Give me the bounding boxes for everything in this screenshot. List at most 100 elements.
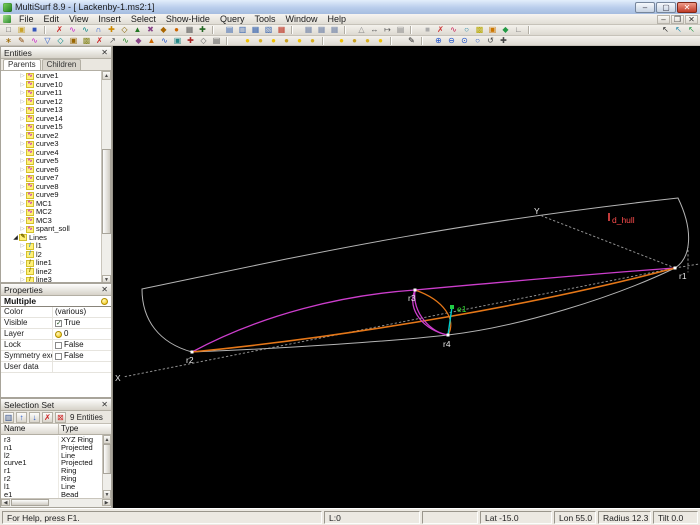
selection-row-r3[interactable]: r3 XYZ Ring: [1, 436, 103, 444]
grid-coarse-icon[interactable]: ▦: [302, 25, 315, 35]
selection-horizontal-scrollbar[interactable]: ◀ ▶: [1, 498, 111, 507]
expand-icon[interactable]: ▷: [19, 208, 26, 216]
insert-ring-icon[interactable]: ∿: [28, 36, 41, 46]
child-restore-button[interactable]: ❐: [671, 14, 684, 24]
point-marker[interactable]: [190, 350, 194, 354]
expand-icon[interactable]: ▷: [19, 191, 26, 199]
insert-surface-icon[interactable]: ◆: [132, 36, 145, 46]
expand-icon[interactable]: ▷: [19, 132, 26, 140]
property-value[interactable]: False: [53, 351, 111, 361]
menu-show-hide[interactable]: Show-Hide: [161, 14, 215, 24]
pan-view-icon[interactable]: ✚: [497, 36, 510, 46]
selection-row-l2[interactable]: l2 Line: [1, 451, 103, 460]
insert-magnet-icon[interactable]: ▽: [41, 36, 54, 46]
hull-stern-curve[interactable]: [141, 288, 193, 353]
move-down-icon[interactable]: ↓: [29, 411, 40, 423]
property-value[interactable]: 0: [53, 329, 111, 339]
menu-help[interactable]: Help: [323, 14, 352, 24]
grid-medium-icon[interactable]: ▦: [315, 25, 328, 35]
chine-line[interactable]: [191, 267, 676, 353]
insert-projection-icon[interactable]: ↗: [106, 36, 119, 46]
close-icon[interactable]: ✕: [101, 400, 108, 409]
menu-insert[interactable]: Insert: [93, 14, 126, 24]
scroll-up-icon[interactable]: ▲: [103, 435, 111, 444]
zoom-out-icon[interactable]: ⊖: [445, 36, 458, 46]
view-split-vertical-icon[interactable]: ▧: [262, 25, 275, 35]
hull-stem-curve[interactable]: [674, 197, 689, 269]
expand-icon[interactable]: ▷: [19, 81, 26, 89]
child-close-button[interactable]: ✕: [685, 14, 698, 24]
selection-row-r1[interactable]: r1 Ring: [1, 467, 103, 475]
insert-plane-icon[interactable]: ▣: [171, 36, 184, 46]
show-parents-bulb-icon[interactable]: ●: [267, 36, 280, 46]
3d-viewport[interactable]: Y Xd_hull r1 r2 r3 r4 e1: [113, 46, 700, 508]
view-single-window-icon[interactable]: ▤: [223, 25, 236, 35]
tree-item-Lines[interactable]: ◢ ✎ Lines: [1, 233, 102, 243]
open-file-icon[interactable]: ▣: [15, 25, 28, 35]
tab-children[interactable]: Children: [41, 59, 82, 70]
show-selected-bulb-icon[interactable]: ●: [254, 36, 267, 46]
visibility-parents-bulb-icon[interactable]: ●: [348, 36, 361, 46]
expand-icon[interactable]: ▷: [19, 183, 26, 191]
view-split-quad-icon[interactable]: ▦: [249, 25, 262, 35]
visibility-all-bulb-icon[interactable]: ●: [374, 36, 387, 46]
menu-query[interactable]: Query: [215, 14, 250, 24]
scroll-up-icon[interactable]: ▲: [102, 71, 111, 80]
show-children-bulb-icon[interactable]: ●: [280, 36, 293, 46]
selection-row-r2[interactable]: r2 Ring: [1, 474, 103, 483]
close-icon[interactable]: ✕: [101, 285, 108, 294]
scroll-right-icon[interactable]: ▶: [102, 499, 111, 506]
clear-set-icon[interactable]: ⊠: [55, 411, 66, 423]
hide-selected-bulb-icon[interactable]: ●: [293, 36, 306, 46]
tab-parents[interactable]: Parents: [3, 59, 41, 70]
visibility-children-bulb-icon[interactable]: ●: [361, 36, 374, 46]
property-value[interactable]: False: [53, 340, 111, 350]
edit-point-icon[interactable]: ∿: [66, 25, 79, 35]
column-name[interactable]: Name: [1, 424, 59, 434]
column-type[interactable]: Type: [59, 424, 111, 434]
hatch-region-icon[interactable]: ▩: [473, 25, 486, 35]
visibility-toggle-bulb-icon[interactable]: ●: [335, 36, 348, 46]
expand-icon[interactable]: ▷: [19, 174, 26, 182]
expand-icon[interactable]: ▷: [19, 251, 26, 259]
selection-row-n1[interactable]: n1 Projected: [1, 443, 103, 452]
child-minimize-button[interactable]: –: [657, 14, 670, 24]
select-entity-cursor-icon[interactable]: ↖: [685, 25, 698, 35]
menu-edit[interactable]: Edit: [39, 14, 65, 24]
zoom-window-icon[interactable]: ⊙: [458, 36, 471, 46]
expand-icon[interactable]: ▷: [19, 276, 26, 282]
insert-curve-icon[interactable]: ▣: [67, 36, 80, 46]
expand-icon[interactable]: ▷: [19, 225, 26, 233]
scroll-thumb[interactable]: [102, 149, 111, 234]
orange-panel-icon[interactable]: ▣: [486, 25, 499, 35]
menu-tools[interactable]: Tools: [249, 14, 280, 24]
expand-icon[interactable]: ▷: [19, 98, 26, 106]
insert-knot-icon[interactable]: ◇: [197, 36, 210, 46]
insert-frame-icon[interactable]: ✚: [184, 36, 197, 46]
entities-tree-scrollbar[interactable]: ▲ ▼: [101, 71, 111, 282]
add-entity-icon[interactable]: ✚: [105, 25, 118, 35]
remove-from-set-icon[interactable]: ✗: [42, 411, 53, 423]
property-value[interactable]: [53, 362, 111, 372]
green-patch-icon[interactable]: ◆: [499, 25, 512, 35]
move-up-icon[interactable]: ↑: [16, 411, 27, 423]
expand-icon[interactable]: ▷: [19, 149, 26, 157]
expand-icon[interactable]: ▷: [19, 89, 26, 97]
tree-item-l1[interactable]: ▷ / l1: [1, 242, 102, 251]
edit-node-icon[interactable]: ●: [170, 25, 183, 35]
select-cursor-icon[interactable]: ↖: [659, 25, 672, 35]
expand-icon[interactable]: ▷: [19, 115, 26, 123]
stretch-horizontal-icon[interactable]: ↔: [368, 25, 381, 35]
selection-row-l1[interactable]: l1 Line: [1, 482, 103, 491]
insert-line-icon[interactable]: ◇: [54, 36, 67, 46]
digitize-pen-icon[interactable]: ✎: [405, 36, 418, 46]
insert-point-icon[interactable]: ∗: [2, 36, 15, 46]
insert-bead-icon[interactable]: ✎: [15, 36, 28, 46]
selection-list-icon[interactable]: ▥: [3, 411, 14, 423]
point-marker[interactable]: [673, 266, 677, 270]
grid-fine-icon[interactable]: ▦: [328, 25, 341, 35]
menu-select[interactable]: Select: [126, 14, 161, 24]
expand-icon[interactable]: ▷: [19, 259, 26, 267]
insert-snake-icon[interactable]: ▩: [80, 36, 93, 46]
scroll-thumb[interactable]: [11, 499, 49, 506]
